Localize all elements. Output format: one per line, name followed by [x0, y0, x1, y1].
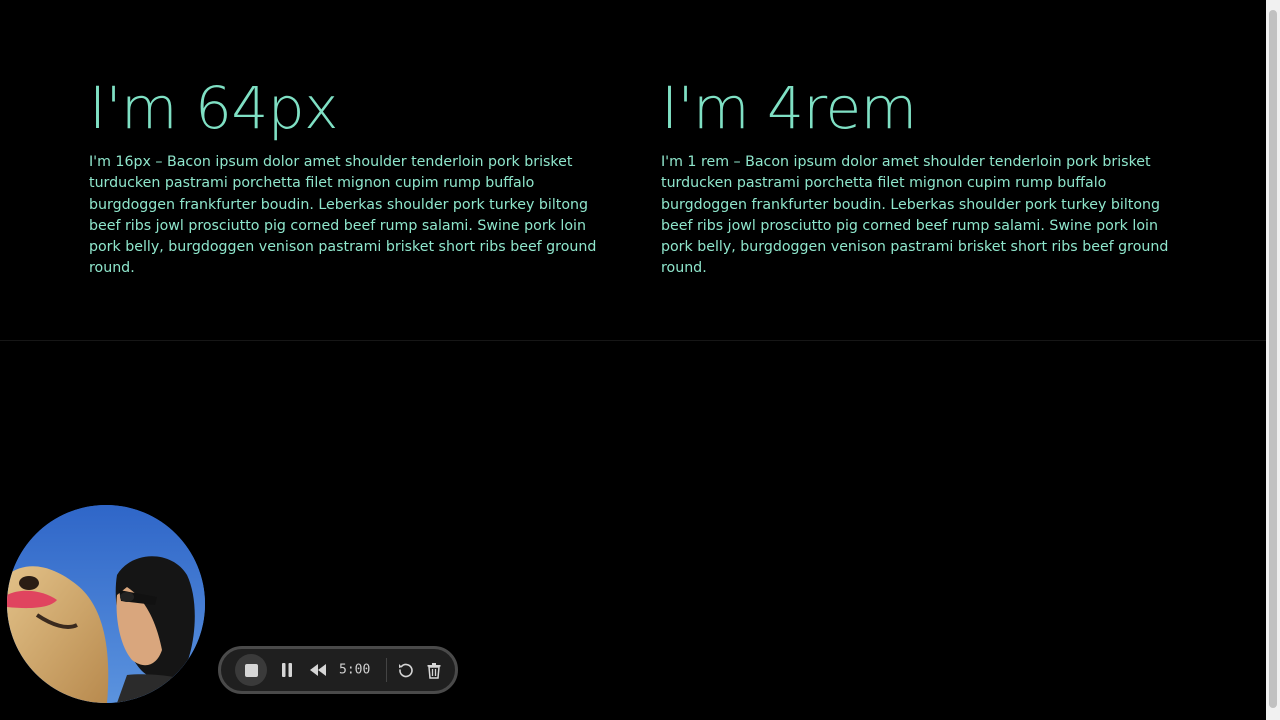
toolbar-separator [386, 658, 387, 682]
stop-icon [244, 663, 258, 677]
section-4rem: I'm 4rem I'm 1 rem – Bacon ipsum dolor a… [661, 70, 1181, 280]
section-64px: I'm 64px I'm 16px – Bacon ipsum dolor am… [89, 70, 609, 280]
recorder-toolbar: 5:00 [218, 646, 458, 694]
rewind-icon [310, 664, 326, 676]
pause-button[interactable] [277, 658, 297, 682]
vertical-scrollbar[interactable] [1266, 0, 1280, 720]
pause-icon [282, 663, 292, 677]
restart-icon [399, 663, 413, 678]
webcam-video-image [7, 505, 205, 703]
rewind-button[interactable] [307, 658, 329, 682]
restart-button[interactable] [395, 658, 417, 682]
section-divider [0, 340, 1266, 341]
delete-button[interactable] [423, 658, 445, 682]
stop-recording-button[interactable] [235, 654, 267, 686]
webcam-bubble[interactable] [7, 505, 205, 703]
heading-64px: I'm 64px [89, 74, 338, 142]
scrollbar-thumb[interactable] [1269, 10, 1277, 708]
recording-timer: 5:00 [339, 662, 371, 678]
trash-icon [427, 662, 441, 679]
heading-4rem: I'm 4rem [661, 74, 917, 142]
paragraph-16px: I'm 16px – Bacon ipsum dolor amet should… [89, 154, 597, 277]
paragraph-1rem: I'm 1 rem – Bacon ipsum dolor amet shoul… [661, 154, 1169, 277]
